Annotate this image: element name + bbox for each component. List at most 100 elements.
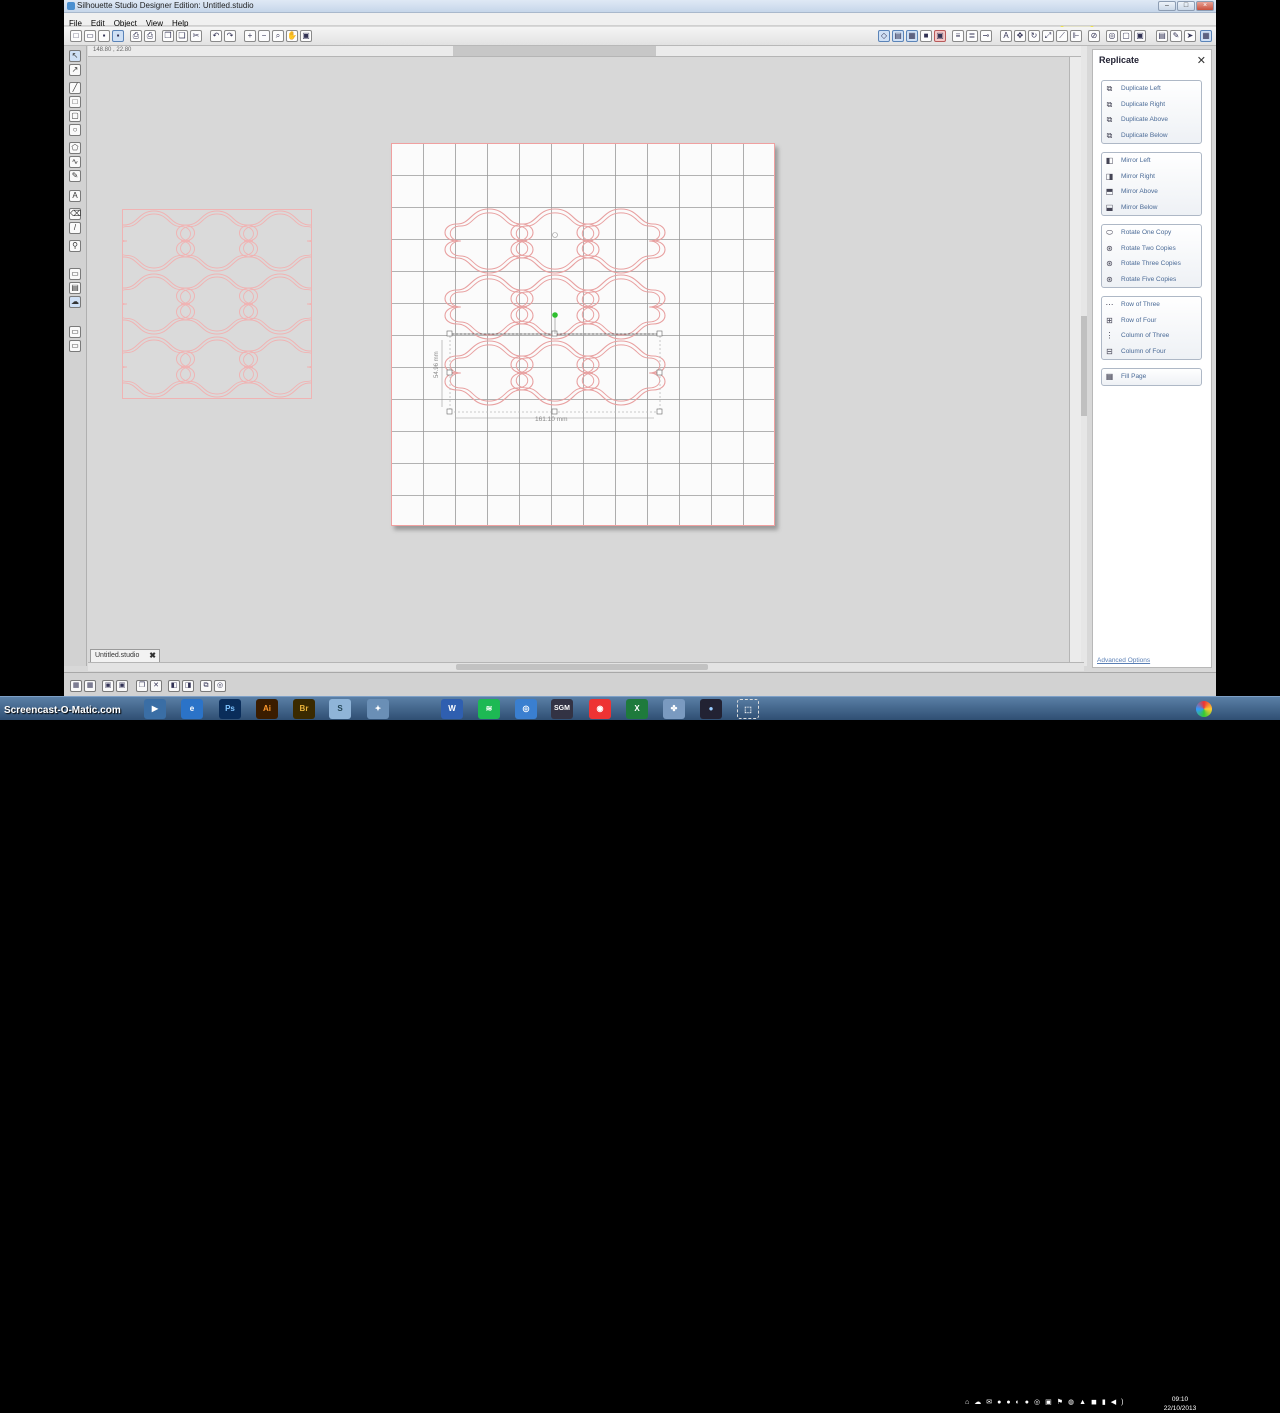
delete-icon[interactable]: ✕ xyxy=(150,680,162,692)
save-as-icon[interactable]: ▪ xyxy=(112,30,124,42)
excel-icon[interactable]: X xyxy=(626,699,648,719)
rotate-three-copies-button[interactable]: ⊛ Rotate Three Copies xyxy=(1102,256,1201,272)
close-tab-icon[interactable]: ✖ xyxy=(149,651,156,660)
redo-icon[interactable]: ↷ xyxy=(224,30,236,42)
library-panel-icon[interactable]: ▭ xyxy=(69,268,81,280)
select-tool-icon[interactable]: ↖ xyxy=(69,50,81,62)
cloud-icon[interactable]: ☁ xyxy=(69,296,81,308)
palette-icon[interactable]: ✤ xyxy=(663,699,685,719)
store-icon[interactable]: ▦ xyxy=(1200,30,1212,42)
color-wheel-icon[interactable] xyxy=(1196,701,1212,717)
mirror-left-button[interactable]: ◧ Mirror Left xyxy=(1102,153,1201,169)
zoom-in-icon[interactable]: + xyxy=(244,30,256,42)
cut-icon[interactable]: ✂ xyxy=(190,30,202,42)
advanced-options-link[interactable]: Advanced Options xyxy=(1097,657,1150,664)
sgm-icon[interactable]: SGM xyxy=(551,699,573,719)
release-compound-icon[interactable]: ▣ xyxy=(116,680,128,692)
spotify-icon[interactable]: ≋ xyxy=(478,699,500,719)
rounded-rect-tool-icon[interactable]: ▢ xyxy=(69,110,81,122)
vertical-scroll-thumb[interactable] xyxy=(1081,316,1087,416)
line-style-icon[interactable]: ≡ xyxy=(952,30,964,42)
mirror-above-button[interactable]: ⬒ Mirror Above xyxy=(1102,184,1201,200)
print-cut-icon[interactable]: ⎙ xyxy=(144,30,156,42)
duplicate-right-button[interactable]: ⧉ Duplicate Right xyxy=(1102,97,1201,113)
undo-icon[interactable]: ↶ xyxy=(210,30,222,42)
ie-browser-icon[interactable]: e xyxy=(181,699,203,719)
off-mat-pattern[interactable] xyxy=(113,209,321,399)
rotate-five-copies-button[interactable]: ⊛ Rotate Five Copies xyxy=(1102,272,1201,288)
paste-icon[interactable]: ❏ xyxy=(176,30,188,42)
camera-icon[interactable]: ● xyxy=(700,699,722,719)
weld-icon[interactable]: ◎ xyxy=(1106,30,1118,42)
shear-icon[interactable]: ⟋ xyxy=(1056,30,1068,42)
minimize-button[interactable]: – xyxy=(1158,1,1176,11)
zoom-select-icon[interactable]: ⌕ xyxy=(272,30,284,42)
save-icon[interactable]: ▪ xyxy=(98,30,110,42)
weld-bottom-icon[interactable]: ⧉ xyxy=(200,680,212,692)
new-document-icon[interactable]: □ xyxy=(70,30,82,42)
panel-toggle-icon[interactable]: ▭ xyxy=(69,326,81,338)
library-icon[interactable]: ▤ xyxy=(1156,30,1168,42)
duplicate-icon[interactable]: ❐ xyxy=(136,680,148,692)
cut-settings-icon[interactable]: ▣ xyxy=(934,30,946,42)
taskbar-clock[interactable]: 09:10 22/10/2013 xyxy=(1158,1395,1202,1413)
eyedropper-tool-icon[interactable]: ⚲ xyxy=(69,240,81,252)
send-backward-icon[interactable]: ◨ xyxy=(182,680,194,692)
copy-icon[interactable]: ❐ xyxy=(162,30,174,42)
bridge-icon[interactable]: Br xyxy=(293,699,315,719)
duplicate-left-button[interactable]: ⧉ Duplicate Left xyxy=(1102,81,1201,97)
horizontal-scroll-thumb[interactable] xyxy=(456,664,708,670)
close-window-button[interactable]: × xyxy=(1196,1,1214,11)
column-of-three-button[interactable]: ⋮ Column of Three xyxy=(1102,328,1201,344)
duplicate-below-button[interactable]: ⧉ Duplicate Below xyxy=(1102,128,1201,144)
photoshop-icon[interactable]: Ps xyxy=(219,699,241,719)
media-player-icon[interactable]: ▶ xyxy=(144,699,166,719)
line-end-icon[interactable]: ⊸ xyxy=(980,30,992,42)
line-width-icon[interactable]: ≣ xyxy=(966,30,978,42)
text-style-icon[interactable]: A xyxy=(1000,30,1012,42)
compound-path-icon[interactable]: ▣ xyxy=(102,680,114,692)
row-of-three-button[interactable]: ⋯ Row of Three xyxy=(1102,297,1201,313)
registration-icon[interactable]: ■ xyxy=(920,30,932,42)
close-panel-icon[interactable]: ✕ xyxy=(1197,54,1206,67)
rotate-icon[interactable]: ↻ xyxy=(1028,30,1040,42)
fill-page-button[interactable]: ▦ Fill Page xyxy=(1102,369,1201,385)
target-icon[interactable]: ◎ xyxy=(214,680,226,692)
text-tool-icon[interactable]: A xyxy=(69,190,81,202)
design-page-icon[interactable]: ◇ xyxy=(878,30,890,42)
maximize-button[interactable]: □ xyxy=(1177,1,1195,11)
ungroup-icon[interactable]: ▦ xyxy=(84,680,96,692)
panel-toggle-2-icon[interactable]: ▭ xyxy=(69,340,81,352)
page-settings-icon[interactable]: ▤ xyxy=(892,30,904,42)
mirror-below-button[interactable]: ⬓ Mirror Below xyxy=(1102,200,1201,216)
inkscape-icon[interactable]: ✦ xyxy=(367,699,389,719)
group-icon[interactable]: ▦ xyxy=(70,680,82,692)
point-edit-tool-icon[interactable]: ↗ xyxy=(69,64,81,76)
illustrator-icon[interactable]: Ai xyxy=(256,699,278,719)
pan-hand-icon[interactable]: ✋ xyxy=(286,30,298,42)
vertical-scrollbar[interactable] xyxy=(1081,46,1087,666)
selection-box[interactable] xyxy=(441,232,663,419)
open-folder-icon[interactable]: ▭ xyxy=(84,30,96,42)
chrome-icon[interactable]: ◉ xyxy=(589,699,611,719)
trace-icon[interactable]: ▣ xyxy=(1134,30,1146,42)
snipping-tool-icon[interactable]: ⬚ xyxy=(737,699,759,719)
silhouette-studio-icon[interactable]: S xyxy=(329,699,351,719)
rotate-two-copies-button[interactable]: ⊛ Rotate Two Copies xyxy=(1102,241,1201,257)
eraser-tool-icon[interactable]: ⌫ xyxy=(69,208,81,220)
offset-icon[interactable]: ▢ xyxy=(1120,30,1132,42)
align-icon[interactable]: ⊩ xyxy=(1070,30,1082,42)
fit-page-icon[interactable]: ▣ xyxy=(300,30,312,42)
mirror-right-button[interactable]: ◨ Mirror Right xyxy=(1102,169,1201,185)
curve-tool-icon[interactable]: ∿ xyxy=(69,156,81,168)
replicate-icon[interactable]: ⊘ xyxy=(1088,30,1100,42)
sketch-icon[interactable]: ✎ xyxy=(1170,30,1182,42)
grid-icon[interactable]: ▦ xyxy=(906,30,918,42)
column-of-four-button[interactable]: ⊟ Column of Four xyxy=(1102,344,1201,360)
ellipse-tool-icon[interactable]: ○ xyxy=(69,124,81,136)
freehand-tool-icon[interactable]: ✎ xyxy=(69,170,81,182)
document-tab[interactable]: Untitled.studio ✖ xyxy=(90,649,160,662)
safari-icon[interactable]: ◎ xyxy=(515,699,537,719)
store-panel-icon[interactable]: ▤ xyxy=(69,282,81,294)
bring-forward-icon[interactable]: ◧ xyxy=(168,680,180,692)
